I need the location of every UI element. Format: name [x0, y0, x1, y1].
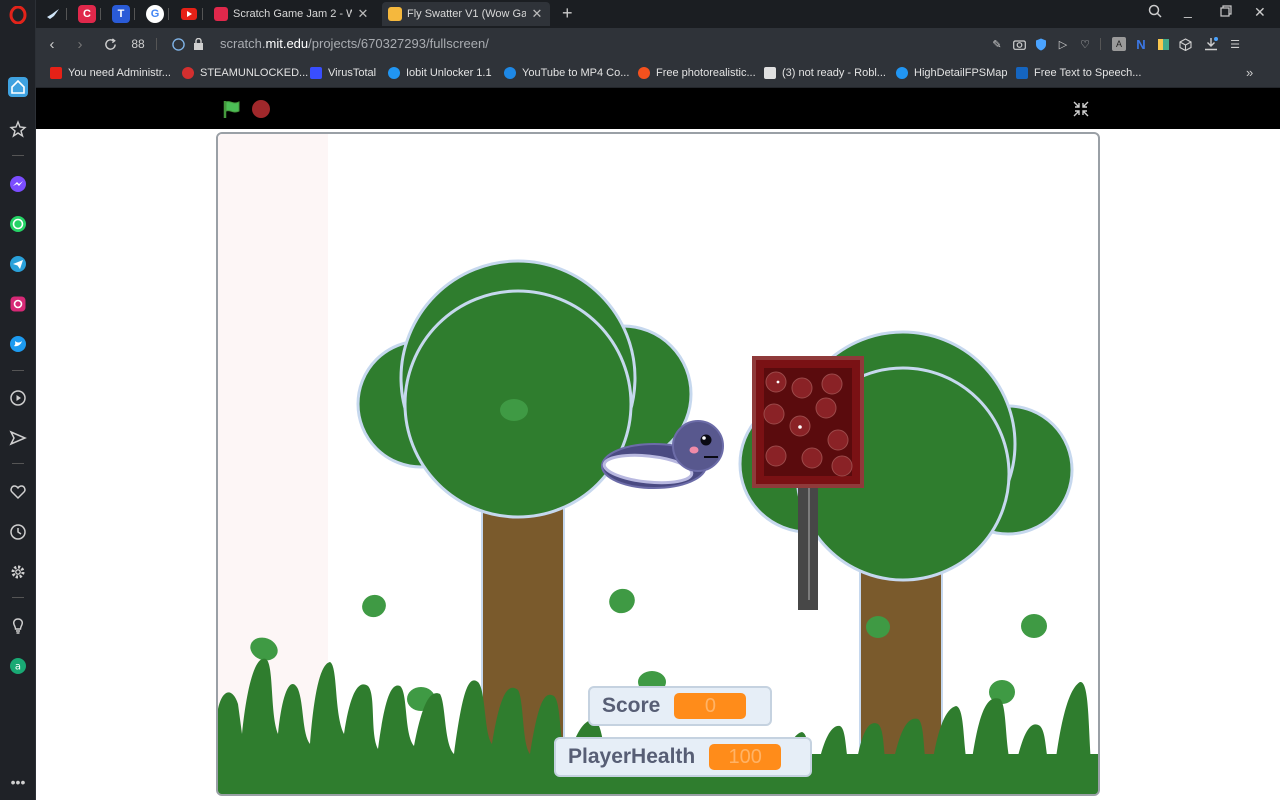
back-button[interactable]: ‹ [42, 34, 62, 54]
bookmark-item[interactable]: Free Text to Speech... [1016, 67, 1141, 79]
bookmarks-bar: You need Administr... STEAMUNLOCKED... V… [36, 60, 1280, 88]
google-tab-icon[interactable]: G [146, 5, 164, 23]
bookmark-item[interactable]: STEAMUNLOCKED... [182, 67, 308, 79]
backdrop-left-panel [218, 134, 328, 794]
svg-text:a: a [15, 662, 21, 673]
sidebar-divider [12, 155, 24, 156]
close-tab-icon[interactable]: ✕ [530, 6, 544, 22]
youtube-to-mp4-bookmark-icon [504, 67, 516, 79]
download-icon[interactable] [1204, 37, 1218, 51]
bookmark-item[interactable]: Iobit Unlocker 1.1 [388, 67, 492, 79]
sidebar-divider [12, 597, 24, 598]
bookmark-item[interactable]: HighDetailFPSMap [896, 67, 1008, 79]
lightbulb-icon[interactable] [6, 614, 30, 638]
easy-setup-menu-icon[interactable]: ☰ [1228, 37, 1242, 51]
player-icon[interactable] [6, 386, 30, 410]
opera-sidebar: a ••• [0, 0, 36, 800]
twitter-icon[interactable] [6, 332, 30, 356]
tab-fly-swatter[interactable]: Fly Swatter V1 (Wow Game ✕ [382, 2, 550, 26]
flow-send-icon[interactable] [6, 426, 30, 450]
bookmarks-overflow-icon[interactable]: » [1246, 65, 1253, 80]
extension-colorful-icon[interactable] [1156, 37, 1170, 51]
c-tab-icon[interactable]: C [78, 5, 96, 23]
vpn-icon[interactable] [168, 34, 188, 54]
telegram-icon[interactable] [6, 252, 30, 276]
youtube-bookmark-icon [50, 67, 62, 79]
address-bar-row: ‹ › 88 scratch.mit.edu/projects/67032729… [36, 28, 1280, 60]
opera-logo-icon[interactable] [6, 3, 30, 27]
messenger-icon[interactable] [6, 172, 30, 196]
scratch-favicon-icon [388, 7, 402, 21]
restore-window-button[interactable] [1220, 4, 1232, 20]
bookmark-item[interactable]: Free photorealistic... [638, 67, 756, 79]
new-tab-button[interactable]: + [562, 3, 573, 23]
exit-fullscreen-icon[interactable] [1072, 100, 1090, 118]
send-icon[interactable]: ▷ [1056, 37, 1070, 51]
fpsmap-bookmark-icon [896, 67, 908, 79]
extension-n-icon[interactable]: N [1134, 37, 1148, 52]
roblox-bookmark-icon [764, 67, 776, 79]
score-monitor: Score 0 [588, 686, 772, 726]
virustotal-bookmark-icon [310, 67, 322, 79]
tab-scratch-game-jam[interactable]: Scratch Game Jam 2 - Wow ✕ [208, 2, 376, 26]
text-to-speech-bookmark-icon [1016, 67, 1028, 79]
steamunlocked-bookmark-icon [182, 67, 194, 79]
forward-button[interactable]: › [70, 34, 90, 54]
translate-tab-icon[interactable]: T [112, 5, 130, 23]
reload-button[interactable] [100, 34, 120, 54]
steam-tab-icon[interactable] [44, 5, 62, 23]
settings-gear-icon[interactable] [6, 560, 30, 584]
history-icon[interactable] [6, 520, 30, 544]
bookmark-item[interactable]: YouTube to MP4 Co... [504, 67, 629, 79]
close-tab-icon[interactable]: ✕ [356, 6, 370, 22]
sidebar-divider [12, 463, 24, 464]
home-icon[interactable] [8, 77, 28, 97]
more-options-icon[interactable]: ••• [6, 770, 30, 794]
minimize-window-button[interactable]: _ [1184, 2, 1192, 18]
scratch-stage[interactable]: Score 0 PlayerHealth 100 [216, 132, 1100, 796]
heart-icon[interactable] [6, 480, 30, 504]
favorite-heart-icon[interactable]: ♡ [1078, 37, 1092, 51]
itch-favicon-icon [214, 7, 228, 21]
search-tabs-icon[interactable] [1148, 4, 1162, 21]
camera-icon[interactable] [1012, 37, 1026, 51]
tab-strip: C T G Scratch Game Jam 2 - Wow ✕ Fly Swa… [36, 0, 1280, 28]
fly-swatter-sprite[interactable] [752, 356, 864, 610]
green-flag-icon[interactable] [222, 99, 242, 119]
youtube-tab-icon[interactable] [180, 5, 198, 23]
scratch-fullscreen-header [36, 88, 1280, 129]
stop-button[interactable] [252, 100, 270, 118]
player-health-value: 100 [709, 744, 782, 770]
url-field[interactable]: scratch.mit.edu/projects/670327293/fulls… [220, 36, 489, 51]
bookmark-item[interactable]: VirusTotal [310, 67, 376, 79]
photorealistic-bookmark-icon [638, 67, 650, 79]
bookmark-item[interactable]: (3) not ready - Robl... [764, 67, 886, 79]
iobit-bookmark-icon [388, 67, 400, 79]
whatsapp-icon[interactable] [6, 212, 30, 236]
player-health-monitor: PlayerHealth 100 [554, 737, 812, 777]
edit-icon[interactable]: ✎ [990, 37, 1004, 51]
speed-dial-icon[interactable] [6, 117, 30, 141]
instagram-icon[interactable] [6, 292, 30, 316]
extension-a-icon[interactable]: A [1112, 37, 1126, 51]
cube-icon[interactable] [1178, 37, 1192, 51]
shield-icon[interactable] [1034, 37, 1048, 51]
bookmark-item[interactable]: You need Administr... [50, 67, 171, 79]
amazon-icon[interactable]: a [6, 654, 30, 678]
sidebar-divider [12, 370, 24, 371]
tiles-icon[interactable]: 88 [128, 34, 148, 54]
lock-icon [188, 34, 208, 54]
score-value: 0 [674, 693, 747, 719]
close-window-button[interactable]: ✕ [1254, 4, 1266, 21]
